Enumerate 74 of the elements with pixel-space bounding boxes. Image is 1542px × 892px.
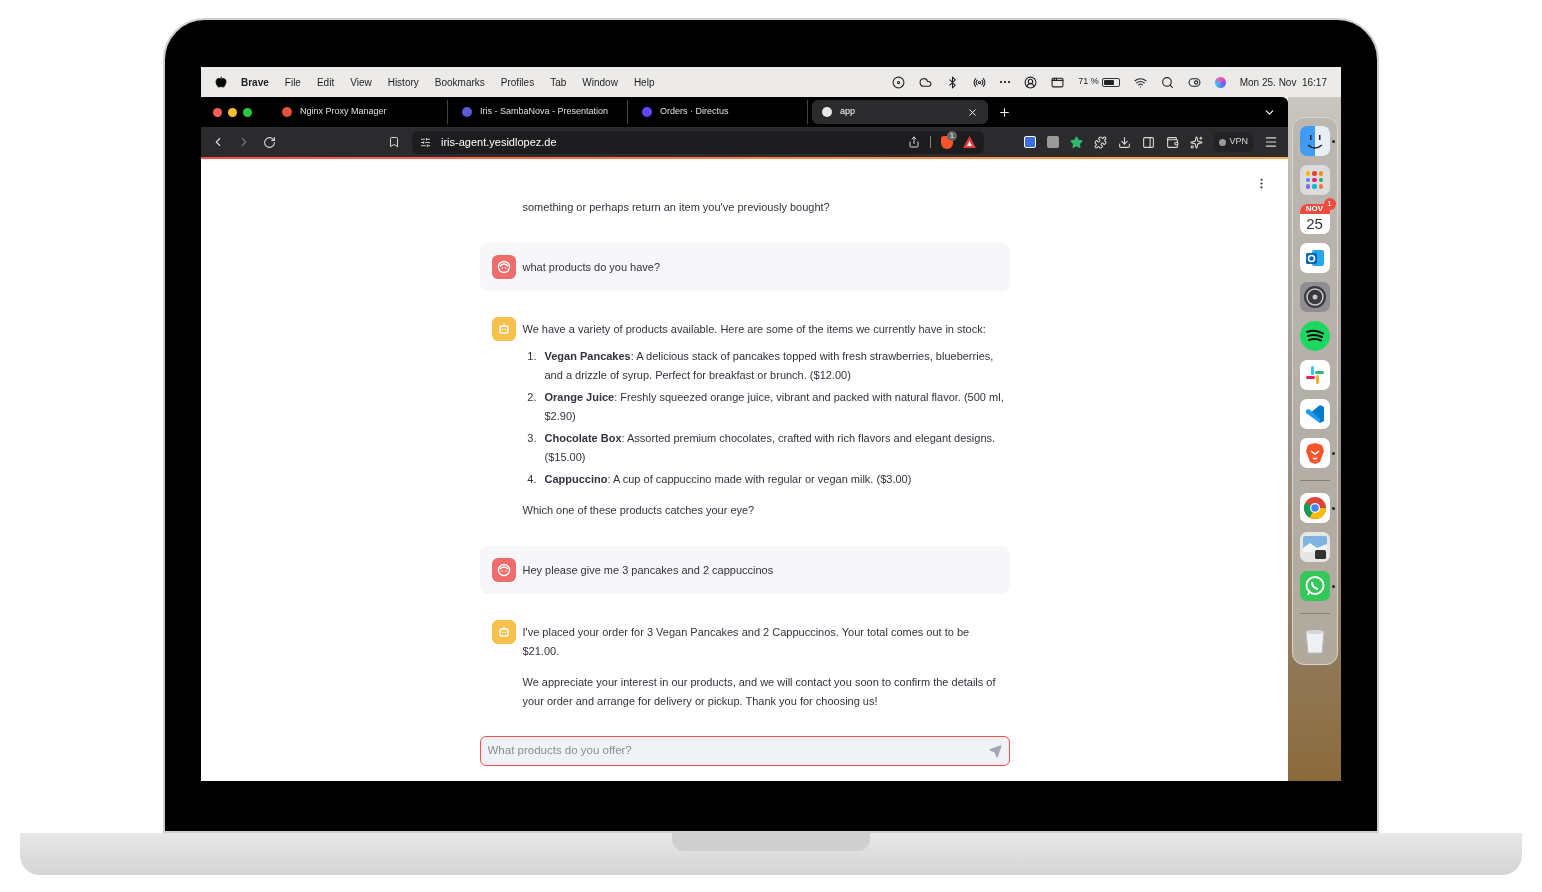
message-text: We appreciate your interest in our products, and we will contact you soon to confirm the details of your order and arrange for delivery or pickup. Thank you for choosing us! — [522, 675, 997, 709]
orb-icon[interactable] — [1214, 76, 1226, 88]
bookmark-icon[interactable] — [388, 136, 400, 148]
battery-icon[interactable] — [1101, 77, 1120, 87]
menu-item[interactable]: File — [284, 74, 301, 90]
share-icon[interactable] — [908, 136, 920, 148]
broadcast-icon[interactable] — [973, 75, 987, 89]
menu-item[interactable]: Help — [633, 74, 655, 90]
sound-waves-app-icon[interactable] — [1299, 321, 1330, 351]
triangle-icon[interactable] — [963, 136, 976, 148]
search-icon[interactable] — [1160, 75, 1174, 89]
list-number: 3. — [526, 431, 538, 446]
list-number: 4. — [526, 472, 538, 487]
round-browser-app-icon[interactable] — [1299, 493, 1330, 523]
message-text: I've placed your order for 3 Vegan Pancakes and 2 Cappuccinos. Your total comes out to be $21.00. — [522, 625, 971, 659]
url-text: iris-agent.yesidlopez.de — [441, 134, 557, 150]
lion-shield-app-icon[interactable] — [1299, 438, 1330, 468]
reload-icon[interactable] — [263, 135, 276, 149]
download-icon[interactable] — [1118, 135, 1132, 149]
user-icon[interactable] — [1024, 75, 1038, 89]
close-window-light[interactable] — [213, 107, 222, 117]
browser-tab[interactable]: app — [812, 100, 988, 124]
sparkle-icon[interactable] — [1190, 135, 1204, 149]
app-grid-icon[interactable] — [1299, 165, 1330, 195]
smiling-face-app-icon[interactable] — [1299, 126, 1330, 156]
message-text: Which one of these products catches your eye? — [522, 503, 756, 518]
message-text: something or perhaps return an item you've previously bought? — [522, 200, 830, 215]
menu-item[interactable]: Brave — [241, 74, 269, 90]
vpn-button[interactable]: VPN — [1214, 132, 1253, 152]
control-toggle-icon[interactable] — [1187, 75, 1201, 89]
grid-extension-icon[interactable] — [1024, 136, 1037, 148]
new-tab-icon[interactable] — [998, 105, 1011, 119]
gear-app-icon[interactable] — [1299, 282, 1330, 312]
menu-item[interactable]: View — [350, 74, 372, 90]
mail-app-icon[interactable] — [1299, 243, 1330, 273]
square-extension-icon[interactable] — [1047, 136, 1060, 148]
wifi-icon[interactable] — [1133, 75, 1147, 89]
window-icon[interactable] — [1051, 75, 1065, 89]
list-item-text: Orange Juice: Freshly squeezed orange juice, vibrant and packed with natural flavor. (500 ml, $2.90) — [544, 390, 1005, 424]
zoom-window-light[interactable] — [243, 107, 252, 117]
list-item-text: Vegan Pancakes: A delicious stack of pancakes topped with fresh strawberries, blueberries, and a drizzle of syrup. Perfect for breakfast or brunch. ($12.00) — [544, 349, 995, 383]
message-text: Hey please give me 3 pancakes and 2 cappuccinos — [522, 563, 774, 578]
notification-badge: 1 — [1323, 198, 1336, 210]
close-tab-icon[interactable] — [967, 106, 978, 118]
photo-app-icon[interactable] — [1299, 532, 1330, 562]
list-item-text: Cappuccino: A cup of cappuccino made with regular or vegan milk. ($3.00) — [544, 472, 912, 487]
cloud-icon[interactable] — [919, 75, 933, 89]
menu-icon[interactable] — [1264, 135, 1278, 149]
sidebar-icon[interactable] — [1142, 135, 1156, 149]
apple-icon[interactable] — [215, 76, 227, 88]
menu-item[interactable]: Window — [582, 74, 618, 90]
wallet-icon[interactable] — [1166, 135, 1180, 149]
extensions-icon[interactable] — [1094, 135, 1108, 149]
star-icon[interactable] — [1070, 135, 1084, 149]
menu-item[interactable]: Tab — [550, 74, 567, 90]
calendar-day: 25 — [1306, 214, 1323, 233]
menu-clock: Mon 25. Nov 16:17 — [1239, 75, 1327, 90]
message-text: what products do you have? — [522, 260, 661, 275]
minimize-window-light[interactable] — [228, 107, 237, 117]
battery-percent: 71 % — [1078, 75, 1099, 89]
record-icon[interactable] — [892, 75, 906, 89]
menu-item[interactable]: Bookmarks — [434, 74, 485, 90]
chat-input-field[interactable]: What products do you offer? — [479, 736, 1010, 766]
menu-item[interactable]: History — [387, 74, 419, 90]
list-item-text: Chocolate Box: Assorted premium chocolates, crafted with rich flavors and elegant designs. ($15.00) — [544, 431, 997, 465]
chat-input[interactable]: What products do you offer? — [487, 742, 989, 760]
message-text: We have a variety of products available. Here are some of the items we currently have in stock: — [522, 322, 987, 337]
menu-item[interactable]: Edit — [316, 74, 335, 90]
code-app-icon[interactable] — [1299, 399, 1330, 429]
site-settings-icon[interactable] — [420, 136, 431, 148]
hash-app-icon[interactable] — [1299, 360, 1330, 390]
menu-item[interactable]: Profiles — [500, 74, 535, 90]
list-number: 2. — [526, 390, 538, 405]
list-number: 1. — [526, 349, 538, 364]
